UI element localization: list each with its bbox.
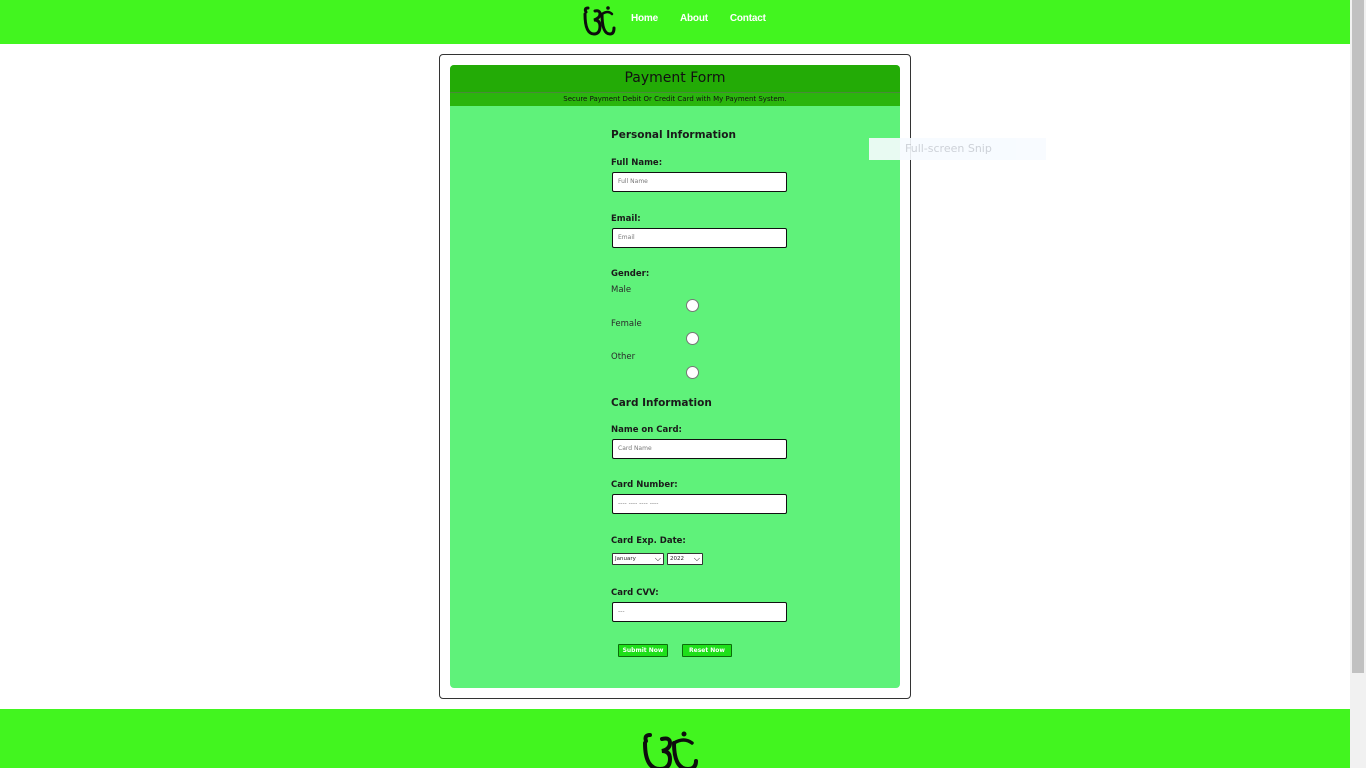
submit-button[interactable]: Submit Now <box>618 644 668 657</box>
page: Home About Contact Payment Form Secure P… <box>0 0 1366 768</box>
name-on-card-input[interactable]: Card Name <box>612 439 787 459</box>
gender-female-radio[interactable] <box>686 332 699 345</box>
card-exp-label: Card Exp. Date: <box>611 536 686 546</box>
personal-info-heading: Personal Information <box>611 129 736 141</box>
reset-button[interactable]: Reset Now <box>682 644 732 657</box>
exp-year-value: 2022 <box>670 556 684 562</box>
card-number-input[interactable]: ---- ---- ---- ---- <box>612 494 787 514</box>
card-cvv-label: Card CVV: <box>611 588 659 598</box>
nav-links: Home About Contact <box>631 13 788 24</box>
scrollbar-thumb[interactable] <box>1352 0 1364 673</box>
footer <box>0 709 1350 768</box>
name-on-card-label: Name on Card: <box>611 425 682 435</box>
chevron-down-icon: ⌵ <box>693 554 700 563</box>
vertical-scrollbar[interactable] <box>1350 0 1366 768</box>
gender-male-label: Male <box>611 285 632 295</box>
gender-female-label: Female <box>611 319 642 329</box>
card-info-heading: Card Information <box>611 397 712 409</box>
snip-overlay[interactable]: Full-screen Snip <box>869 138 1046 160</box>
nav-link-contact[interactable]: Contact <box>730 13 766 24</box>
gender-male-radio[interactable] <box>686 299 699 312</box>
card-number-label: Card Number: <box>611 480 678 490</box>
gender-other-label: Other <box>611 352 636 362</box>
email-label: Email: <box>611 214 641 224</box>
gender-other-radio[interactable] <box>686 366 699 379</box>
form-subtitle: Secure Payment Debit Or Credit Card with… <box>450 93 900 106</box>
snip-overlay-label: Full-screen Snip <box>905 142 992 155</box>
card-cvv-input[interactable]: --- <box>612 602 787 622</box>
om-logo-icon <box>643 731 698 768</box>
top-navbar: Home About Contact <box>0 0 1350 44</box>
full-name-input[interactable]: Full Name <box>612 172 787 192</box>
om-logo-icon[interactable] <box>580 4 616 40</box>
form-title: Payment Form <box>624 70 726 86</box>
email-input[interactable]: Email <box>612 228 787 248</box>
exp-year-select[interactable]: 2022 ⌵ <box>667 553 703 565</box>
gender-label: Gender: <box>611 269 650 279</box>
full-name-label: Full Name: <box>611 158 663 168</box>
nav-link-about[interactable]: About <box>680 13 708 24</box>
payment-form: Payment Form Secure Payment Debit Or Cre… <box>450 65 900 688</box>
exp-month-value: January <box>615 556 636 562</box>
form-header: Payment Form <box>450 65 900 93</box>
exp-month-select[interactable]: January ⌵ <box>612 553 664 565</box>
nav-link-home[interactable]: Home <box>631 13 658 24</box>
chevron-down-icon: ⌵ <box>654 554 661 563</box>
